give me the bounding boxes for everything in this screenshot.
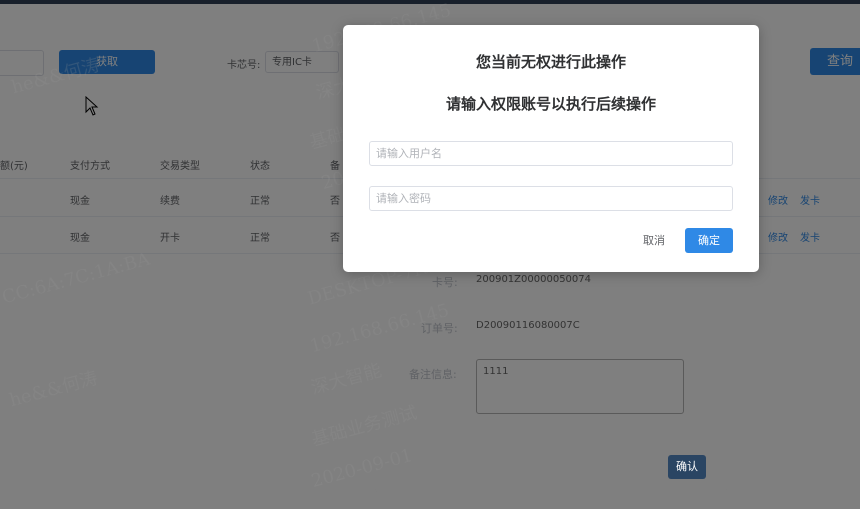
password-input[interactable] xyxy=(369,186,733,211)
confirm-button[interactable]: 确认 xyxy=(668,455,706,479)
dialog-subtitle: 请输入权限账号以执行后续操作 xyxy=(445,95,656,113)
card-number-value: 200901Z00000050074 xyxy=(476,274,592,285)
remark-label: 备注信息: xyxy=(409,368,457,381)
dialog-title: 您当前无权进行此操作 xyxy=(475,53,626,71)
order-number-value: D20090116080007C xyxy=(476,320,580,331)
ok-button[interactable]: 确定 xyxy=(685,228,733,253)
cancel-button[interactable]: 取消 xyxy=(639,229,669,253)
remark-textarea[interactable]: 1111 xyxy=(476,359,684,414)
permission-dialog: 您当前无权进行此操作 请输入权限账号以执行后续操作 取消 确定 xyxy=(343,25,759,272)
card-detail-panel: 卡号: 200901Z00000050074 订单号: D20090116080… xyxy=(375,253,727,492)
card-number-label: 卡号: xyxy=(432,276,458,289)
username-input[interactable] xyxy=(369,141,733,166)
